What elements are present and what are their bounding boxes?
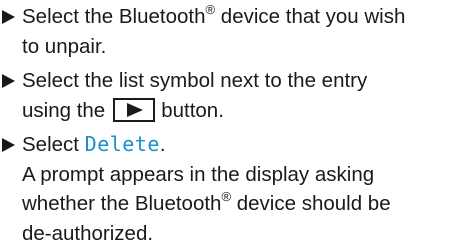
result-line-3: de-authorized. xyxy=(22,221,154,245)
right-triangle-bullet-icon xyxy=(0,130,22,160)
step-1-line2: to unpair. xyxy=(22,34,107,58)
play-triangle-icon xyxy=(127,102,144,117)
result-line-2-after: device should be xyxy=(231,192,391,215)
step-2-line1: Select the list symbol next to the entry xyxy=(22,69,368,92)
instruction-page: Select the Bluetooth® device that you wi… xyxy=(0,0,472,250)
result-line-1: A prompt appears in the display asking xyxy=(22,162,375,186)
play-button-symbol xyxy=(113,97,156,122)
step-3-text-before: Select xyxy=(22,133,85,156)
step-1-text: Select the Bluetooth® device that you wi… xyxy=(22,2,472,61)
step-1-text-before: Select the Bluetooth xyxy=(22,5,206,28)
right-triangle-bullet-icon xyxy=(0,66,22,96)
step-2-text: Select the list symbol next to the entry… xyxy=(22,66,472,125)
step-2-line2-after: button. xyxy=(161,98,224,122)
step-3-text: Select Delete. A prompt appears in the d… xyxy=(22,130,472,248)
registered-mark: ® xyxy=(221,189,232,204)
result-line-2-before: whether the Bluetooth xyxy=(22,192,222,215)
delete-menu-term: Delete xyxy=(84,132,160,156)
right-triangle-bullet-icon xyxy=(0,2,22,32)
step-2-line2-before: using the xyxy=(22,98,106,122)
step-3-text-after: . xyxy=(159,133,166,156)
result-line-2: whether the Bluetooth® device should be xyxy=(22,189,472,219)
step-1-text-after: device that you wish xyxy=(215,5,406,28)
registered-mark: ® xyxy=(205,2,216,17)
